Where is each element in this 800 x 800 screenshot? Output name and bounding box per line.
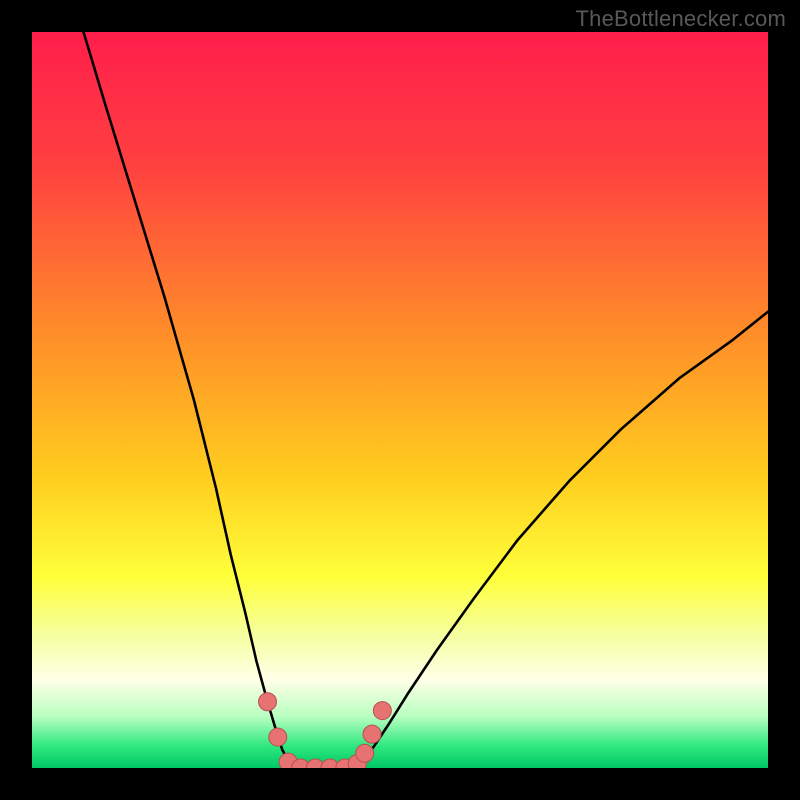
plot-area bbox=[32, 32, 768, 768]
data-marker bbox=[259, 693, 277, 711]
data-marker bbox=[269, 728, 287, 746]
chart-svg bbox=[32, 32, 768, 768]
watermark-text: TheBottlenecker.com bbox=[576, 6, 786, 32]
data-marker bbox=[363, 725, 381, 743]
gradient-background bbox=[32, 32, 768, 768]
data-marker bbox=[373, 702, 391, 720]
data-marker bbox=[356, 744, 374, 762]
chart-frame: TheBottlenecker.com bbox=[0, 0, 800, 800]
